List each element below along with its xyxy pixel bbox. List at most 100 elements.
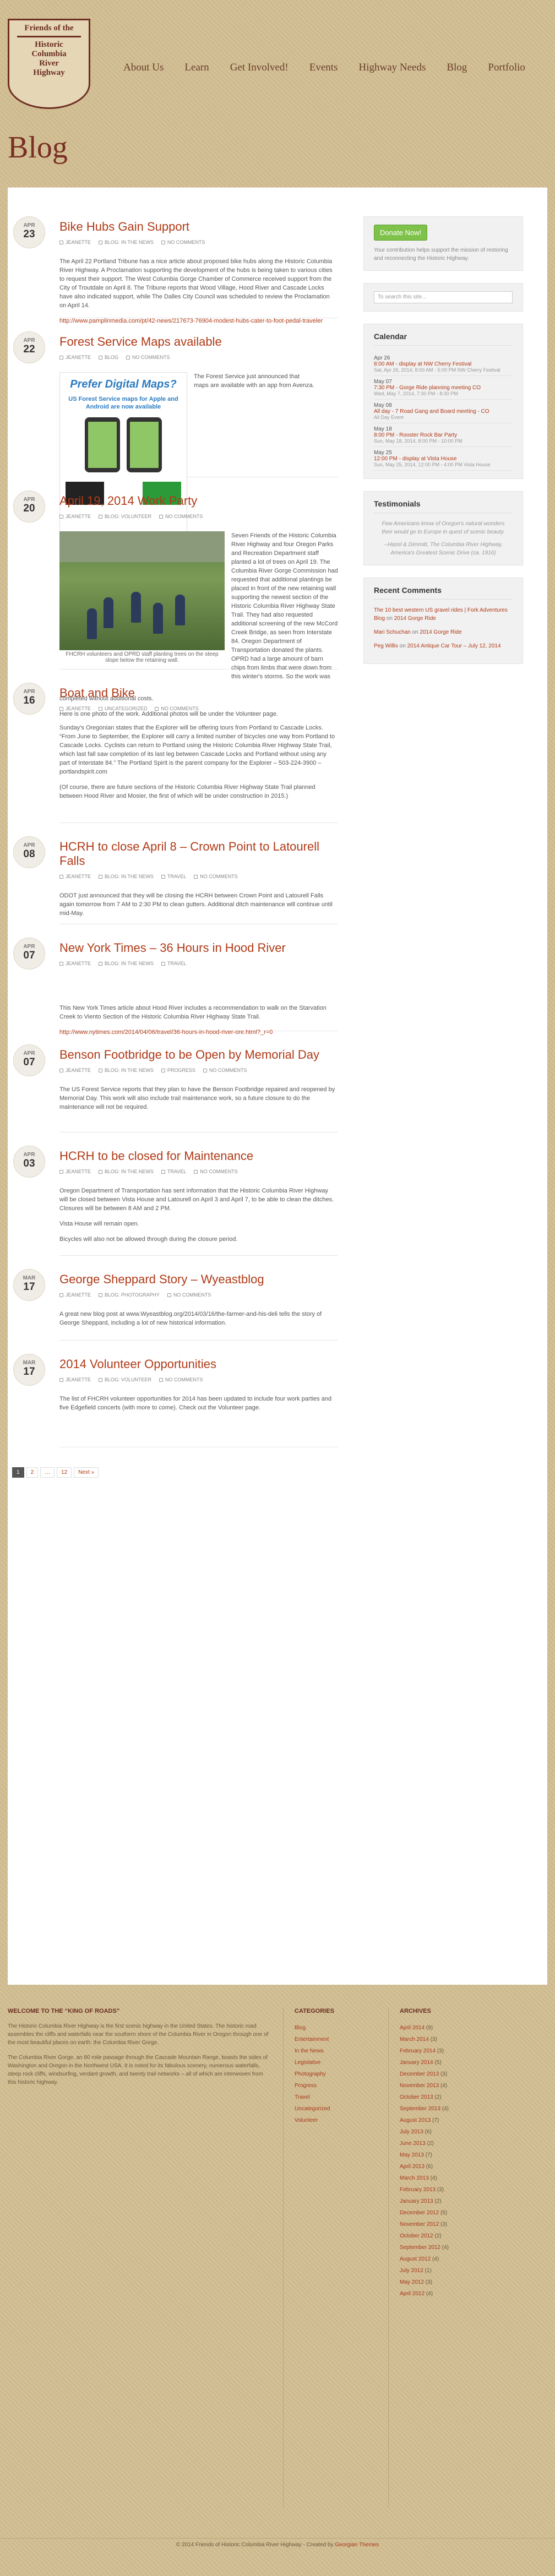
archive-link[interactable]: February 2013 [400, 2187, 436, 2193]
post-title[interactable]: HCRH to close April 8 – Crown Point to L… [59, 840, 338, 868]
meta-item[interactable]: BLOG: VOLUNTEER [99, 514, 151, 519]
archive-link[interactable]: June 2013 [400, 2141, 426, 2147]
meta-item[interactable]: TRAVEL [161, 874, 186, 879]
category-link[interactable]: Blog [295, 2022, 377, 2034]
archive-link[interactable]: September 2013 [400, 2106, 440, 2112]
category-link[interactable]: Photography [295, 2068, 377, 2080]
meta-item[interactable]: JEANETTE [59, 514, 91, 519]
post-title[interactable]: Bike Hubs Gain Support [59, 220, 338, 234]
page-link[interactable]: 2 [26, 1467, 39, 1478]
nav-portfolio[interactable]: Portfolio [488, 62, 525, 74]
meta-item[interactable]: NO COMMENTS [126, 355, 170, 360]
archive-link[interactable]: March 2013 [400, 2175, 429, 2181]
archive-link[interactable]: July 2012 [400, 2268, 423, 2274]
comment-author[interactable]: Mari Schuchan [374, 629, 411, 635]
meta-item[interactable]: NO COMMENTS [203, 1068, 247, 1073]
post-title[interactable]: Benson Footbridge to be Open by Memorial… [59, 1048, 338, 1062]
meta-item[interactable]: BLOG: IN THE NEWS [99, 239, 154, 245]
meta-item[interactable]: BLOG: IN THE NEWS [99, 874, 154, 879]
meta-item[interactable]: BLOG: PHOTOGRAPHY [99, 1292, 160, 1298]
meta-item[interactable]: BLOG: IN THE NEWS [99, 961, 154, 966]
page-link[interactable]: 1 [12, 1467, 24, 1478]
search-input[interactable]: To search this site... [374, 291, 513, 303]
category-link[interactable]: Legislative [295, 2057, 377, 2068]
meta-item[interactable]: JEANETTE [59, 961, 91, 966]
archive-link[interactable]: October 2012 [400, 2233, 433, 2239]
event-title[interactable]: 8:00 AM - display at NW Cherry Festival [374, 361, 513, 367]
meta-item[interactable]: NO COMMENTS [161, 239, 205, 245]
nav-get-involved[interactable]: Get Involved! [230, 62, 289, 74]
meta-item[interactable]: TRAVEL [161, 1169, 186, 1174]
post-title[interactable]: 2014 Volunteer Opportunities [59, 1357, 338, 1371]
archive-link[interactable]: November 2012 [400, 2221, 439, 2228]
meta-item[interactable]: JEANETTE [59, 1169, 91, 1174]
meta-item[interactable]: NO COMMENTS [194, 874, 238, 879]
archive-link[interactable]: September 2012 [400, 2245, 440, 2251]
meta-item[interactable]: NO COMMENTS [167, 1292, 211, 1298]
category-link[interactable]: Entertainment [295, 2034, 377, 2045]
event-title[interactable]: 8:00 PM - Rooster Rock Bar Party [374, 432, 513, 438]
page-link[interactable]: 12 [57, 1467, 72, 1478]
category-link[interactable]: Travel [295, 2092, 377, 2103]
comment-post[interactable]: 2014 Gorge Ride [420, 629, 461, 635]
meta-item[interactable]: JEANETTE [59, 239, 91, 245]
meta-item[interactable]: JEANETTE [59, 874, 91, 879]
work-party-photo[interactable] [59, 531, 225, 650]
meta-item[interactable]: JEANETTE [59, 355, 91, 360]
post-title[interactable]: April 19, 2014 Work Party [59, 494, 338, 508]
post-title[interactable]: HCRH to be closed for Maintenance [59, 1149, 338, 1163]
post-title[interactable]: George Sheppard Story – Wyeastblog [59, 1272, 338, 1287]
post-title[interactable]: Forest Service Maps available [59, 335, 338, 349]
meta-item[interactable]: JEANETTE [59, 706, 91, 711]
archive-link[interactable]: February 2014 [400, 2048, 436, 2054]
post-link[interactable]: http://www.pamplinmedia.com/pt/42-news/2… [59, 317, 338, 325]
event-title[interactable]: All day - 7 Road Gang and Board meeting … [374, 409, 513, 415]
event-title[interactable]: 12:00 PM - display at Vista House [374, 456, 513, 462]
meta-item[interactable]: BLOG: VOLUNTEER [99, 1377, 151, 1382]
meta-item[interactable]: BLOG: IN THE NEWS [99, 1169, 154, 1174]
meta-item[interactable]: NO COMMENTS [194, 1169, 238, 1174]
archive-link[interactable]: July 2013 [400, 2129, 423, 2135]
archive-link[interactable]: April 2013 [400, 2164, 425, 2170]
comment-author[interactable]: Peg Willis [374, 643, 398, 649]
meta-item[interactable]: UNCATEGORIZED [99, 706, 147, 711]
comment-post[interactable]: 2014 Gorge Ride [394, 616, 436, 622]
meta-item[interactable]: NO COMMENTS [159, 514, 203, 519]
archive-link[interactable]: April 2014 [400, 2025, 425, 2031]
meta-item[interactable]: NO COMMENTS [155, 706, 199, 711]
archive-link[interactable]: April 2012 [400, 2291, 425, 2297]
nav-about-us[interactable]: About Us [123, 62, 164, 74]
site-logo[interactable]: Friends of the Historic Columbia River H… [8, 19, 90, 109]
archive-link[interactable]: December 2013 [400, 2071, 439, 2077]
meta-item[interactable]: JEANETTE [59, 1377, 91, 1382]
post-link[interactable]: http://www.nytimes.com/2014/04/06/travel… [59, 1028, 338, 1037]
archive-link[interactable]: October 2013 [400, 2094, 433, 2100]
meta-item[interactable]: BLOG: IN THE NEWS [99, 1068, 154, 1073]
archive-link[interactable]: May 2012 [400, 2279, 424, 2285]
comment-post[interactable]: 2014 Antique Car Tour – July 12, 2014 [407, 643, 501, 649]
event-title[interactable]: 7:30 PM - Gorge Ride planning meeting CO [374, 385, 513, 391]
archive-link[interactable]: January 2014 [400, 2060, 433, 2066]
post-title[interactable]: New York Times – 36 Hours in Hood River [59, 941, 338, 955]
archive-link[interactable]: November 2013 [400, 2083, 439, 2089]
donate-button[interactable]: Donate Now! [374, 225, 428, 241]
archive-link[interactable]: August 2013 [400, 2117, 431, 2123]
nav-events[interactable]: Events [309, 62, 338, 74]
meta-item[interactable]: JEANETTE [59, 1068, 91, 1073]
page-link[interactable]: … [40, 1467, 55, 1478]
meta-item[interactable]: JEANETTE [59, 1292, 91, 1298]
archive-link[interactable]: March 2014 [400, 2036, 429, 2043]
meta-item[interactable]: NO COMMENTS [159, 1377, 203, 1382]
meta-item[interactable]: TRAVEL [161, 961, 186, 966]
category-link[interactable]: Volunteer [295, 2115, 377, 2126]
archive-link[interactable]: May 2013 [400, 2152, 424, 2158]
archive-link[interactable]: January 2013 [400, 2198, 433, 2204]
meta-item[interactable]: PROGRESS [161, 1068, 195, 1073]
nav-blog[interactable]: Blog [447, 62, 467, 74]
nav-highway-needs[interactable]: Highway Needs [358, 62, 426, 74]
archive-link[interactable]: December 2012 [400, 2210, 439, 2216]
category-link[interactable]: Uncategorized [295, 2103, 377, 2115]
theme-credit-link[interactable]: Georgian Themes [335, 2542, 379, 2548]
post-title[interactable]: Boat and Bike [59, 686, 338, 700]
meta-item[interactable]: BLOG [99, 355, 118, 360]
